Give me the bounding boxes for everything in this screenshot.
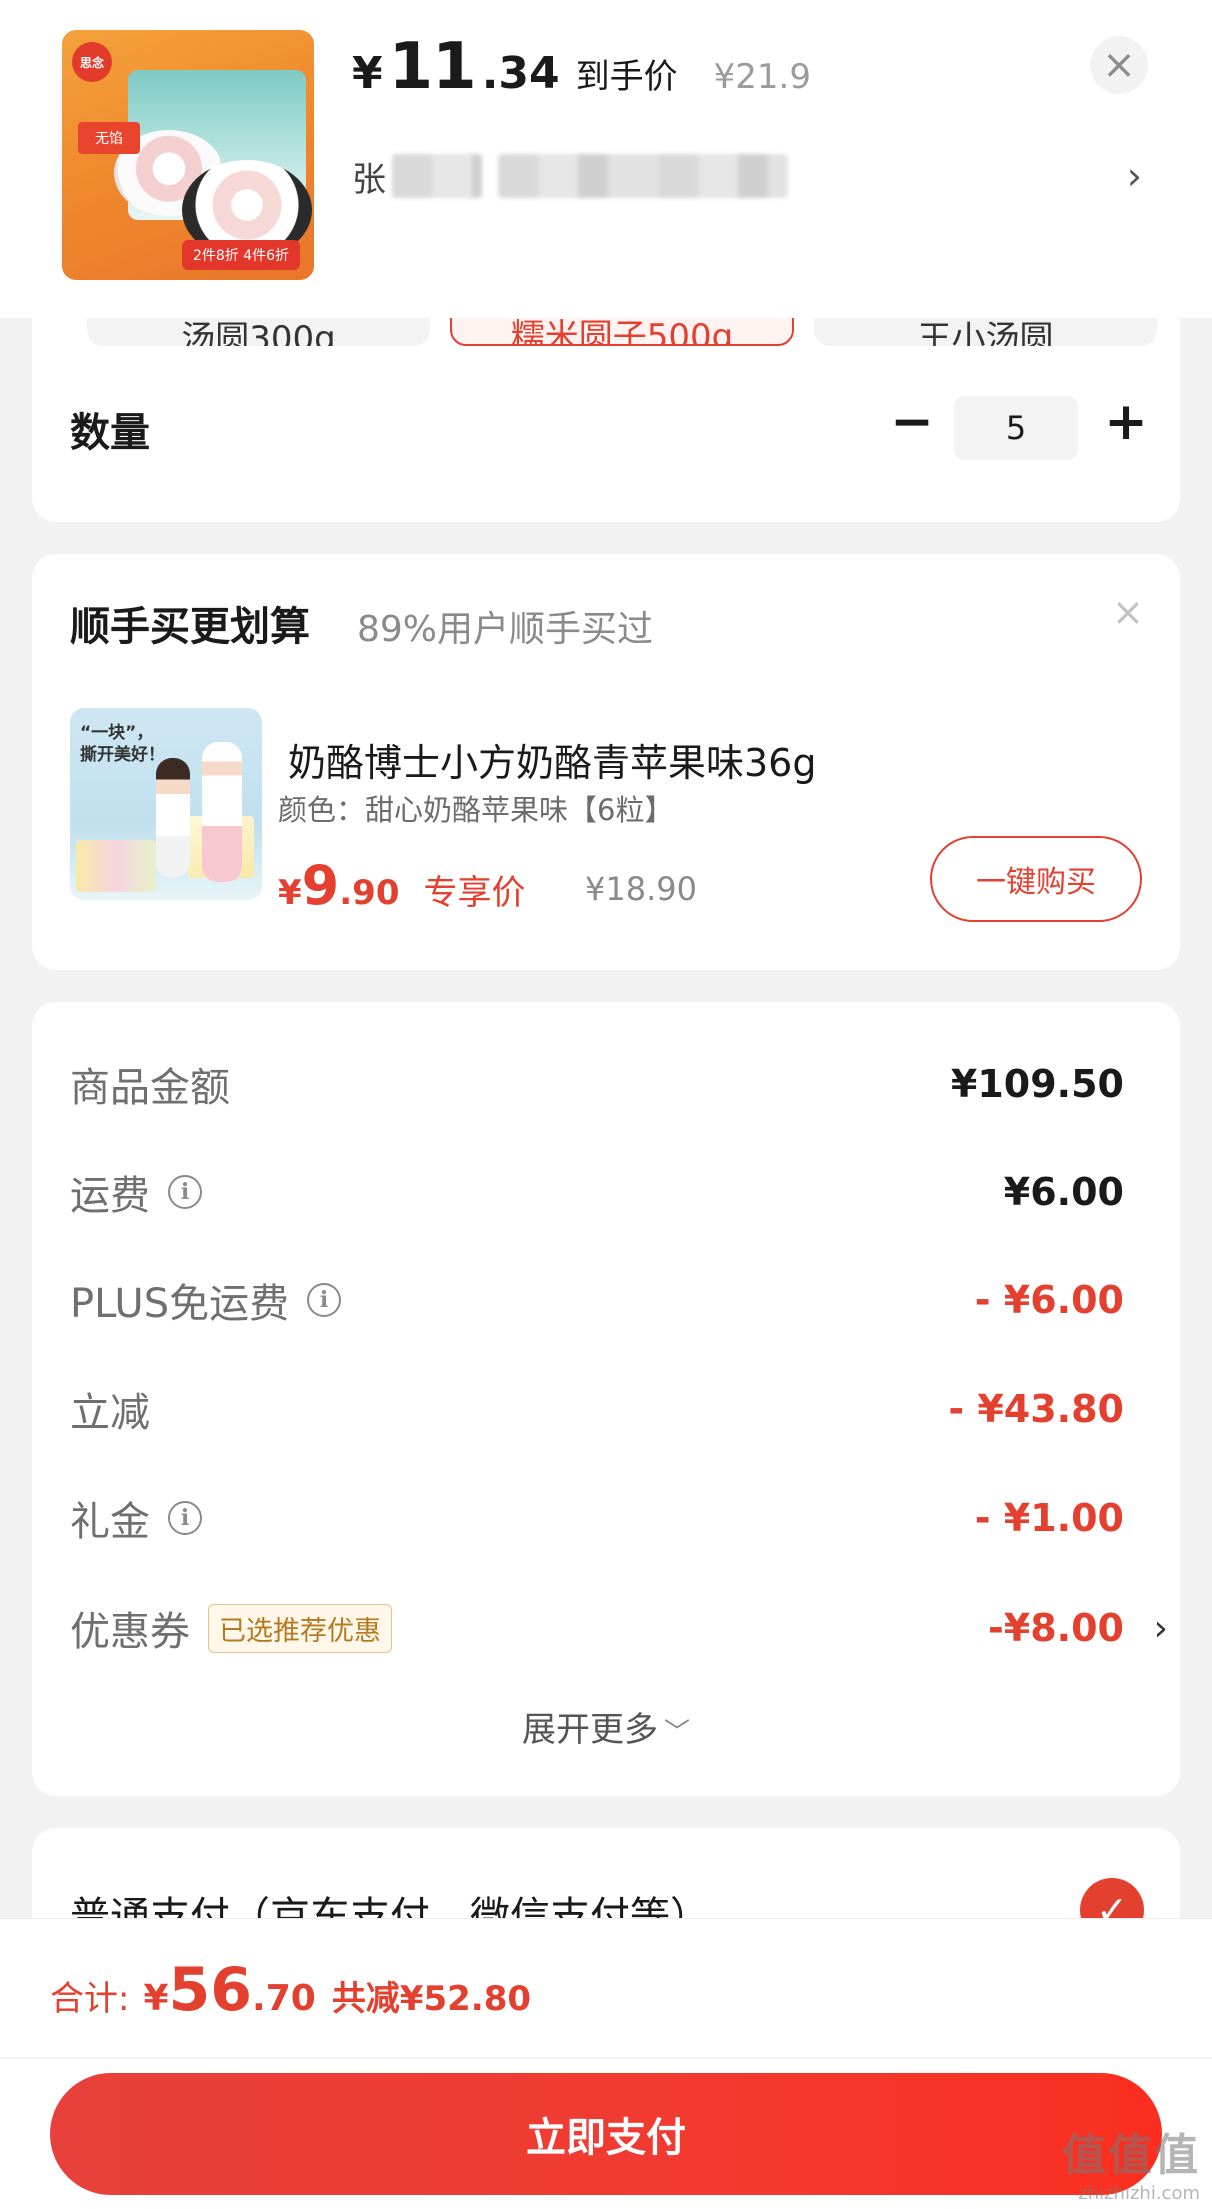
amount-row-goods: 商品金额 ¥109.50 <box>70 1054 1124 1114</box>
recommend-card: 顺手买更划算 89%用户顺手买过 × “一块”， 撕开美好！ 奶酪博士小方奶酪青苹… <box>32 554 1180 970</box>
close-button[interactable]: × <box>1090 36 1148 94</box>
total-decimal: .70 <box>252 1978 316 2019</box>
recommend-original-price: ¥18.90 <box>585 870 697 908</box>
info-icon[interactable]: i <box>307 1283 342 1317</box>
recommend-product-name[interactable]: 奶酪博士小方奶酪青苹果味36g <box>288 732 816 787</box>
final-price-label: 到手价 <box>575 57 678 97</box>
goods-amount-value: ¥109.50 <box>950 1062 1124 1106</box>
goods-amount-label: 商品金额 <box>70 1065 230 1111</box>
amount-row-plus: PLUS免运费 i - ¥6.00 <box>70 1270 1124 1330</box>
total-integer: 56 <box>168 1955 253 2025</box>
amount-summary-card: 商品金额 ¥109.50 运费 i ¥6.00 PLUS免运费 i - ¥6.0… <box>32 1002 1180 1796</box>
total-saved: 共减¥52.80 <box>331 1979 532 2019</box>
instant-discount-value: - ¥43.80 <box>948 1387 1124 1431</box>
product-thumbnail[interactable]: 思念 无馅 2件8折 4件6折 <box>62 30 314 280</box>
chevron-right-icon: › <box>1126 154 1142 198</box>
checkout-bar: 合计: ¥ 56 .70 共减¥52.80 立即支付 值值值 zhizhizhi… <box>0 1918 1212 2209</box>
watermark-main: 值值值 <box>1062 2130 1200 2181</box>
shipping-value: ¥6.00 <box>1003 1170 1124 1214</box>
gift-money-value: - ¥1.00 <box>974 1496 1124 1540</box>
order-total: 合计: ¥ 56 .70 共减¥52.80 <box>50 1955 531 2025</box>
chevron-right-icon[interactable]: › <box>1154 1598 1168 1658</box>
quantity-input[interactable]: 5 <box>954 396 1078 460</box>
final-price: ¥ 11 .34 到手价 ¥21.9 <box>352 30 811 104</box>
chevron-down-icon: ﹀ <box>663 1718 690 1748</box>
original-price: ¥21.9 <box>713 57 811 97</box>
currency-symbol: ¥ <box>278 873 302 913</box>
exclusive-price-label: 专享价 <box>423 873 526 913</box>
amount-row-gift: 礼金 i - ¥1.00 <box>70 1488 1124 1548</box>
watermark-url: zhizhizhi.com <box>1078 2183 1200 2204</box>
product-summary-header: 思念 无馅 2件8折 4件6折 ¥ 11 .34 到手价 ¥21.9 × 张 › <box>0 0 1212 318</box>
coupon-recommended-badge: 已选推荐优惠 <box>208 1603 392 1653</box>
address-redacted <box>498 154 788 198</box>
address-redacted <box>392 154 482 198</box>
image-slogan: “一块”， 撕开美好！ <box>80 723 165 766</box>
coupon-value: -¥8.00 <box>988 1606 1124 1650</box>
divider <box>0 2057 1212 2059</box>
brand-logo: 思念 <box>72 42 112 82</box>
close-icon: × <box>1102 42 1136 88</box>
quantity-decrease-button[interactable]: − <box>884 394 940 450</box>
product-tag: 无馅 <box>78 122 140 154</box>
info-icon[interactable]: i <box>168 1501 202 1535</box>
total-label: 合计: <box>50 1979 130 2019</box>
plus-free-shipping-value: - ¥6.00 <box>974 1278 1124 1322</box>
watermark: 值值值 zhizhizhi.com <box>1062 2119 1200 2204</box>
address-selector[interactable]: 张 › <box>352 148 1142 204</box>
gift-money-label: 礼金 i <box>70 1488 202 1548</box>
currency-symbol: ¥ <box>143 1978 169 2019</box>
model-figure <box>202 742 242 882</box>
price-decimal: .90 <box>339 873 400 913</box>
recommend-product-image[interactable]: “一块”， 撕开美好！ <box>70 708 262 900</box>
recommend-product-spec: 颜色：甜心奶酪苹果味【6粒】 <box>278 793 674 827</box>
recommend-price: ¥ 9 .90 专享价 <box>278 854 525 917</box>
amount-row-coupon[interactable]: 优惠券 已选推荐优惠 -¥8.00 › <box>70 1598 1168 1658</box>
price-integer: 11 <box>388 30 477 104</box>
quantity-label: 数量 <box>70 410 150 456</box>
coupon-label: 优惠券 已选推荐优惠 <box>70 1598 392 1658</box>
product-boxes <box>76 840 156 892</box>
price-integer: 9 <box>301 854 340 917</box>
amount-row-shipping: 运费 i ¥6.00 <box>70 1162 1124 1222</box>
instant-discount-label: 立减 <box>70 1390 150 1436</box>
pay-now-button[interactable]: 立即支付 <box>50 2073 1162 2195</box>
price-decimal: .34 <box>481 48 560 99</box>
quantity-increase-button[interactable]: + <box>1098 394 1154 450</box>
model-figure <box>156 758 190 878</box>
promo-badge: 2件8折 4件6折 <box>182 240 300 270</box>
expand-more-button[interactable]: 展开更多 ﹀ <box>32 1702 1180 1751</box>
plus-free-shipping-label: PLUS免运费 i <box>70 1270 342 1330</box>
recommend-subtitle: 89%用户顺手买过 <box>357 609 654 650</box>
close-icon[interactable]: × <box>1112 590 1144 634</box>
currency-symbol: ¥ <box>352 48 383 99</box>
amount-row-discount: 立减 - ¥43.80 <box>70 1379 1124 1439</box>
one-click-buy-button[interactable]: 一键购买 <box>930 836 1142 922</box>
info-icon[interactable]: i <box>168 1175 202 1209</box>
address-name: 张 <box>352 159 386 200</box>
shipping-label: 运费 i <box>70 1162 202 1222</box>
recommend-title: 顺手买更划算 <box>70 604 310 650</box>
